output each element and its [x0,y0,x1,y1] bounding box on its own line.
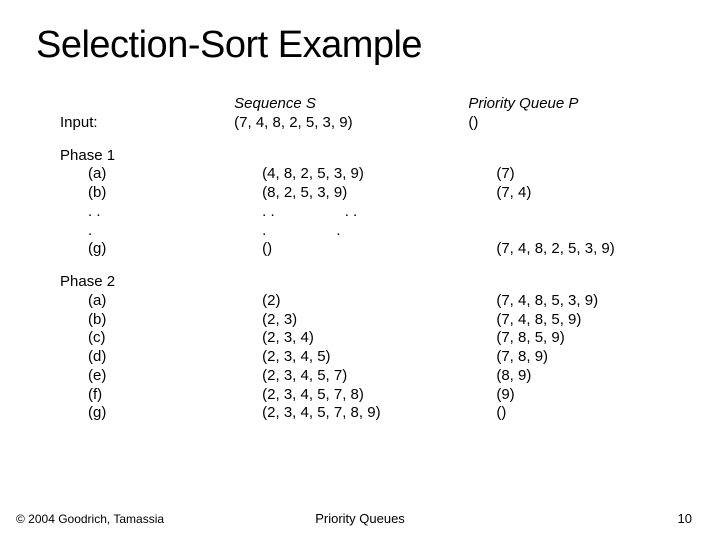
phase1-label-row: Phase 1 [60,147,696,166]
phase2-label: Phase 2 [60,273,230,292]
input-pq: () [468,114,668,133]
spacer [60,133,696,147]
header-pq: Priority Queue P [468,95,668,114]
phase1-label: Phase 1 [60,147,230,166]
seq: (2, 3, 4) [262,329,492,348]
seq: (2, 3, 4, 5, 7, 8) [262,386,492,405]
step: (g) [60,404,258,423]
dots-a: . . [262,203,275,220]
step: . . [60,203,258,222]
dots-a: . [262,222,266,239]
input-seq: (7, 4, 8, 2, 5, 3, 9) [234,114,464,133]
phase1-dots1: . . . . . . [60,203,696,222]
seq: (2, 3) [262,311,492,330]
seq: (8, 2, 5, 3, 9) [262,184,492,203]
header-seq-prefix: Sequence [234,95,306,112]
spacer [60,259,696,273]
header-sequence: Sequence S [234,95,464,114]
input-label: Input: [60,114,230,133]
dots-b: . . [345,203,358,220]
phase2-row-g: (g) (2, 3, 4, 5, 7, 8, 9) () [60,404,696,423]
step: (c) [60,329,258,348]
seq: (2, 3, 4, 5) [262,348,492,367]
slide-title: Selection-Sort Example [36,24,422,67]
pq: (7, 4) [496,184,696,203]
seq: .. [262,222,492,241]
slide: Selection-Sort Example Sequence S Priori… [0,0,720,540]
header-seq-var: S [306,95,316,112]
slide-content: Sequence S Priority Queue P Input: (7, 4… [60,95,696,423]
pq: (9) [496,386,696,405]
phase1-dots2: . .. [60,222,696,241]
step: (a) [60,165,258,184]
step: (f) [60,386,258,405]
pq: (7, 8, 5, 9) [496,329,696,348]
pq: (7, 4, 8, 5, 9) [496,311,696,330]
seq: () [262,240,492,259]
header-pq-prefix: Priority Queue [468,95,568,112]
phase1-row-a: (a) (4, 8, 2, 5, 3, 9) (7) [60,165,696,184]
step: (b) [60,311,258,330]
step: . [60,222,258,241]
seq: (2, 3, 4, 5, 7, 8, 9) [262,404,492,423]
phase2-row-c: (c) (2, 3, 4) (7, 8, 5, 9) [60,329,696,348]
pq: (7, 4, 8, 5, 3, 9) [496,292,696,311]
step: (d) [60,348,258,367]
phase2-row-b: (b) (2, 3) (7, 4, 8, 5, 9) [60,311,696,330]
footer-title: Priority Queues [0,511,720,526]
phase2-row-f: (f) (2, 3, 4, 5, 7, 8) (9) [60,386,696,405]
seq: (4, 8, 2, 5, 3, 9) [262,165,492,184]
pq: (7, 4, 8, 2, 5, 3, 9) [496,240,696,259]
header-row: Sequence S Priority Queue P [60,95,696,114]
step: (b) [60,184,258,203]
seq: (2) [262,292,492,311]
phase2-row-a: (a) (2) (7, 4, 8, 5, 3, 9) [60,292,696,311]
footer-page-number: 10 [678,511,692,526]
step: (g) [60,240,258,259]
pq: (8, 9) [496,367,696,386]
step: (a) [60,292,258,311]
pq: (7) [496,165,696,184]
phase1-row-g: (g) () (7, 4, 8, 2, 5, 3, 9) [60,240,696,259]
pq: (7, 8, 9) [496,348,696,367]
pq: () [496,404,696,423]
phase2-row-d: (d) (2, 3, 4, 5) (7, 8, 9) [60,348,696,367]
phase1-row-b: (b) (8, 2, 5, 3, 9) (7, 4) [60,184,696,203]
seq: (2, 3, 4, 5, 7) [262,367,492,386]
input-row: Input: (7, 4, 8, 2, 5, 3, 9) () [60,114,696,133]
seq: . . . . [262,203,492,222]
dots-b: . [336,222,340,239]
phase2-row-e: (e) (2, 3, 4, 5, 7) (8, 9) [60,367,696,386]
step: (e) [60,367,258,386]
phase2-label-row: Phase 2 [60,273,696,292]
header-pq-var: P [568,95,578,112]
